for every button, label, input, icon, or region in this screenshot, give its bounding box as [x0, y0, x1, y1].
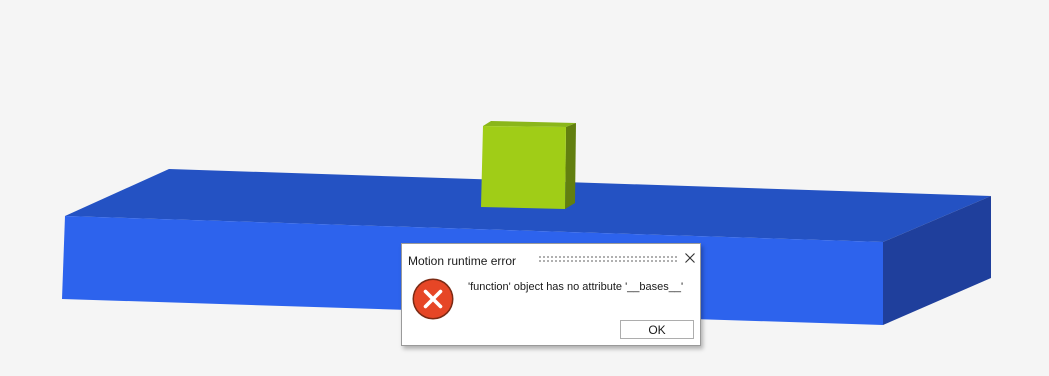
close-icon[interactable]	[682, 250, 698, 266]
dialog-title: Motion runtime error	[408, 254, 517, 268]
error-message: 'function' object has no attribute '__ba…	[468, 281, 684, 293]
cube-top-face	[483, 121, 576, 127]
drag-handle[interactable]	[538, 255, 678, 264]
error-dialog: Motion runtime error 'function' object h…	[401, 243, 701, 346]
cube-side-face	[565, 123, 576, 209]
green-cube	[481, 121, 576, 209]
cube-front-face	[481, 126, 566, 209]
ok-button[interactable]: OK	[620, 320, 694, 339]
error-icon	[412, 278, 454, 320]
